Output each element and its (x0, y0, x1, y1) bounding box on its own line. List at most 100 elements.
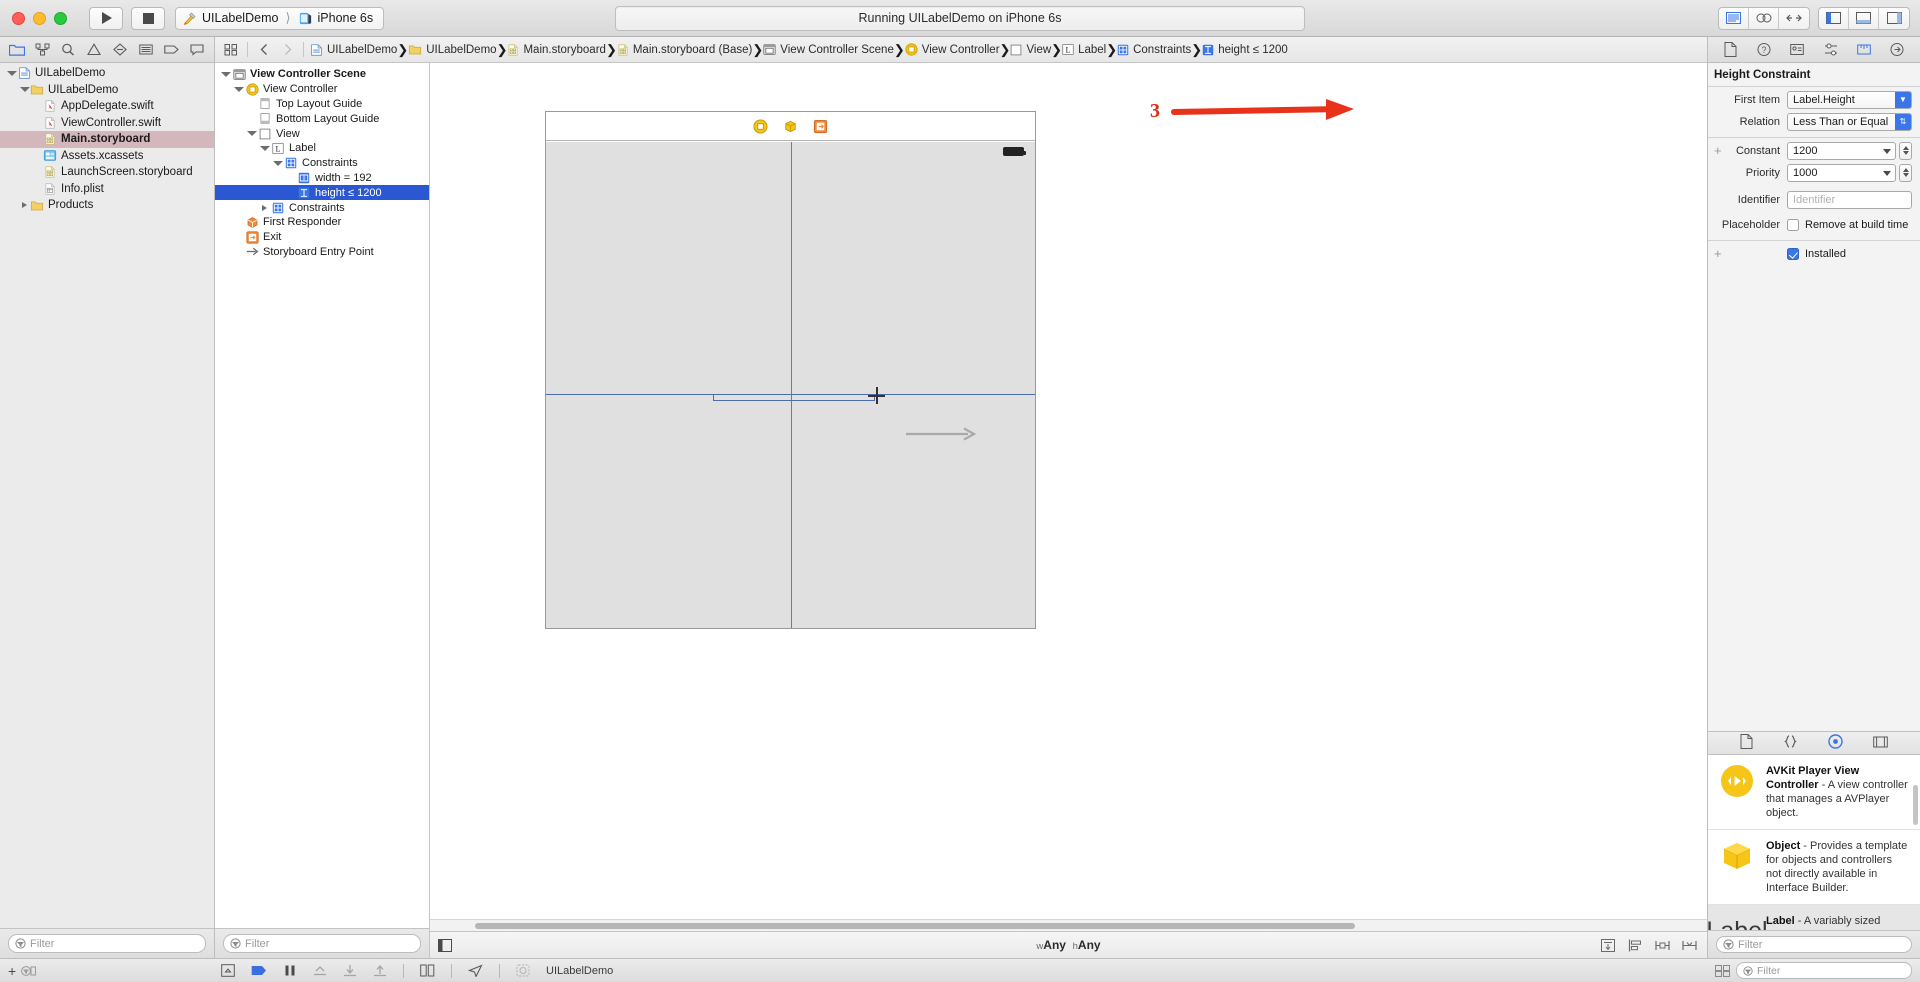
view-controller-dock-icon[interactable] (753, 118, 768, 134)
resolve-auto-layout-icon[interactable] (1682, 939, 1697, 952)
nav-item-uilabeldemo[interactable]: UILabelDemo (0, 65, 214, 82)
twisty[interactable] (219, 71, 232, 77)
breadcrumb-item-view-controller[interactable]: View Controller (905, 43, 1000, 56)
twisty[interactable] (271, 160, 284, 166)
nav-item-uilabeldemo[interactable]: UILabelDemo (0, 82, 214, 99)
canvas-scroll-thumb[interactable] (475, 923, 1355, 929)
twisty[interactable] (232, 86, 245, 92)
exit-dock-icon[interactable] (813, 119, 828, 134)
nav-item-main-storyboard[interactable]: Main.storyboard (0, 131, 214, 148)
assistant-editor-button[interactable] (1749, 7, 1779, 29)
zoom-window-button[interactable] (54, 11, 67, 25)
outline-item-constraints[interactable]: Constraints (215, 200, 429, 215)
size-inspector-tab[interactable] (1855, 41, 1873, 59)
project-navigator-tab[interactable] (6, 40, 28, 60)
breadcrumb-item-view-controller-scene[interactable]: View Controller Scene (763, 43, 894, 56)
breadcrumb-item-main-storyboard-base-[interactable]: Main.storyboard (Base) (617, 43, 752, 57)
breadcrumb[interactable]: UILabelDemo ❯ UILabelDemo ❯ Main.storyboard ❯… (310, 42, 1288, 58)
outline-item-top-layout-guide[interactable]: Top Layout Guide (215, 97, 429, 112)
twisty[interactable] (258, 204, 271, 211)
nav-item-appdelegate-swift[interactable]: AppDelegate.swift (0, 98, 214, 115)
view-controller-scene-device[interactable] (545, 111, 1036, 629)
add-variation-plus-icon[interactable]: + (1714, 143, 1722, 158)
device-screen[interactable] (546, 142, 1035, 628)
step-out-icon[interactable] (373, 964, 387, 977)
toggle-navigator-button[interactable] (1819, 7, 1849, 29)
interface-builder-canvas[interactable] (430, 63, 1707, 919)
nav-item-assets-xcassets[interactable]: Assets.xcassets (0, 148, 214, 165)
outline-item-height-1200[interactable]: height ≤ 1200 (215, 185, 429, 201)
disclosure-triangle-open[interactable] (6, 70, 17, 76)
first-responder-dock-icon[interactable] (783, 119, 798, 134)
attributes-inspector-tab[interactable] (1822, 41, 1840, 59)
nav-item-info-plist[interactable]: Info.plist (0, 181, 214, 198)
identifier-input[interactable]: Identifier (1787, 190, 1912, 209)
step-over-icon[interactable] (313, 964, 327, 977)
quick-help-inspector-tab[interactable]: ? (1755, 41, 1773, 59)
stop-button[interactable] (131, 6, 165, 30)
library-item-label[interactable]: LabelLabel - A variably sized amount of … (1708, 905, 1920, 930)
breakpoints-toggle-icon[interactable] (251, 964, 267, 977)
document-outline-tree[interactable]: View Controller Scene View Controller Top … (215, 63, 429, 928)
filter-bar-icon[interactable] (21, 965, 37, 977)
pin-icon[interactable] (1655, 939, 1670, 952)
update-frames-icon[interactable] (1601, 938, 1616, 952)
outline-item-width-192[interactable]: width = 192 (215, 171, 429, 186)
source-control-navigator-tab[interactable] (32, 40, 54, 60)
remove-at-build-time-checkbox[interactable] (1787, 218, 1799, 231)
disclosure-triangle-closed[interactable] (262, 204, 267, 211)
installed-checkbox[interactable] (1787, 247, 1799, 260)
outline-item-bottom-layout-guide[interactable]: Bottom Layout Guide (215, 111, 429, 126)
breadcrumb-item-height-1200[interactable]: height ≤ 1200 (1202, 44, 1288, 56)
first-item-popup[interactable]: Label.Height ▼ (1787, 90, 1912, 109)
minimize-window-button[interactable] (33, 11, 46, 25)
relation-popup[interactable]: Less Than or Equal ⇅ (1787, 112, 1912, 131)
test-navigator-tab[interactable] (109, 40, 131, 60)
object-library-tab[interactable] (1828, 734, 1843, 752)
add-button[interactable]: + (8, 963, 16, 979)
library-item-avkit-player-view-controller[interactable]: AVKit Player View Controller - A view co… (1708, 755, 1920, 830)
priority-combo[interactable]: 1000 (1787, 163, 1912, 182)
report-navigator-tab[interactable] (186, 40, 208, 60)
constant-stepper[interactable] (1899, 141, 1912, 160)
version-editor-button[interactable] (1779, 8, 1809, 29)
align-icon[interactable] (1628, 939, 1643, 952)
selected-constraint-bar[interactable] (713, 394, 875, 401)
breadcrumb-item-uilabeldemo[interactable]: UILabelDemo (310, 43, 397, 57)
outline-item-view[interactable]: View (215, 126, 429, 141)
size-class-indicator[interactable]: wAny hAny (1036, 938, 1100, 952)
disclosure-triangle-open[interactable] (246, 131, 257, 137)
toggle-debug-area-button[interactable] (1849, 7, 1879, 29)
outline-item-label[interactable]: L Label (215, 141, 429, 156)
library-scroll-thumb[interactable] (1913, 785, 1918, 825)
outline-item-storyboard-entry-point[interactable]: Storyboard Entry Point (215, 245, 429, 260)
debug-view-hierarchy-icon[interactable] (420, 964, 435, 977)
related-items-button[interactable] (221, 40, 241, 60)
breadcrumb-item-constraints[interactable]: Constraints (1117, 44, 1191, 56)
library-grid-icon[interactable] (1715, 964, 1730, 977)
scheme-selector[interactable]: UILabelDemo ⟩ iPhone 6s (175, 6, 385, 30)
breadcrumb-item-view[interactable]: View (1010, 44, 1051, 56)
canvas-view-toggle[interactable] (430, 938, 452, 952)
issue-navigator-tab[interactable] (83, 40, 105, 60)
pause-icon[interactable] (283, 964, 297, 977)
library-filter-input[interactable]: Filter (1716, 936, 1912, 953)
hide-debug-area-icon[interactable] (221, 964, 235, 977)
object-library-list[interactable]: AVKit Player View Controller - A view co… (1708, 755, 1920, 930)
twisty[interactable] (19, 202, 30, 209)
breadcrumb-item-main-storyboard[interactable]: Main.storyboard (507, 43, 606, 57)
priority-stepper[interactable] (1899, 163, 1912, 182)
connections-inspector-tab[interactable] (1888, 41, 1906, 59)
outline-item-view-controller-scene[interactable]: View Controller Scene (215, 67, 429, 82)
media-library-tab[interactable] (1873, 735, 1888, 752)
bottom-library-filter-input[interactable]: Filter (1736, 962, 1912, 979)
disclosure-triangle-open[interactable] (272, 160, 283, 166)
simulate-location-icon[interactable] (468, 964, 483, 977)
code-snippet-library-tab[interactable] (1783, 734, 1798, 752)
file-template-library-tab[interactable] (1740, 734, 1753, 752)
nav-item-launchscreen-storyboard[interactable]: LaunchScreen.storyboard (0, 164, 214, 181)
step-into-icon[interactable] (343, 964, 357, 977)
constant-input[interactable]: 1200 (1787, 141, 1896, 160)
disclosure-triangle-open[interactable] (259, 145, 270, 151)
identity-inspector-tab[interactable] (1788, 41, 1806, 59)
